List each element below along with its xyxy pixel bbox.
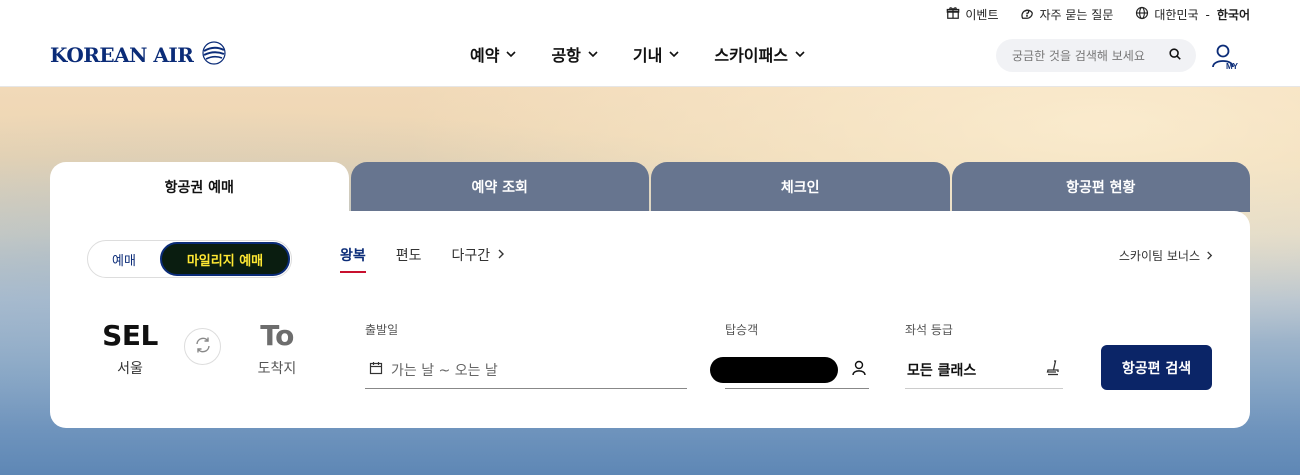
my-label: MY	[1226, 62, 1239, 71]
cabin-class-label: 좌석 등급	[905, 323, 953, 337]
globe-icon	[1135, 6, 1149, 23]
nav-item-airport[interactable]: 공항	[551, 42, 598, 66]
region-label: 대한민국	[1154, 8, 1199, 22]
language-selector[interactable]: 대한민국 - 한국어	[1135, 6, 1250, 23]
origin-name: 서울	[117, 361, 143, 377]
chevron-down-icon	[794, 45, 806, 64]
mileage-booking-option[interactable]: 마일리지 예매	[160, 242, 290, 276]
trip-type-tabs: 왕복 편도 다구간	[340, 245, 506, 273]
seat-icon	[1043, 358, 1063, 382]
skyteam-bonus-link[interactable]: 스카이팀 보너스	[1119, 247, 1214, 264]
site-header: 이벤트 자주 묻는 질문 대한민국 - 한국어 KOREAN AIR 예약 공항…	[0, 0, 1300, 87]
skyteam-logo-icon	[199, 38, 229, 72]
search-flights-button[interactable]: 항공편 검색	[1101, 345, 1212, 390]
main-nav: 예약 공항 기내 스카이패스	[470, 42, 806, 66]
cabin-class-value: 모든 클래스	[907, 362, 977, 379]
cabin-class-selector[interactable]: 모든 클래스	[905, 351, 1063, 389]
site-search	[996, 39, 1196, 72]
trip-type-oneway[interactable]: 편도	[396, 245, 422, 273]
gift-icon	[946, 6, 960, 23]
user-icon: MY	[1210, 44, 1244, 76]
origin-code: SEL	[102, 319, 158, 352]
passengers-label: 탑승객	[725, 323, 759, 337]
route-selector: SEL 서울 To 도착지	[90, 319, 310, 389]
booking-panel: 예매 마일리지 예매 왕복 편도 다구간 스카이팀 보너스 SEL 서울 To …	[50, 211, 1250, 428]
swap-route-button[interactable]	[184, 328, 221, 365]
trip-type-round[interactable]: 왕복	[340, 245, 366, 273]
trip-type-multi[interactable]: 다구간	[452, 245, 507, 273]
utility-nav: 이벤트 자주 묻는 질문 대한민국 - 한국어	[946, 6, 1250, 23]
chevron-down-icon	[505, 45, 517, 64]
tab-check-reservation[interactable]: 예약 조회	[350, 162, 649, 212]
nav-item-inflight[interactable]: 기내	[633, 42, 680, 66]
search-icon[interactable]	[1168, 46, 1182, 65]
booking-type-toggle: 예매 마일리지 예매	[87, 240, 292, 278]
my-account-button[interactable]: MY	[1210, 42, 1244, 72]
nav-item-reservation[interactable]: 예약	[470, 42, 517, 66]
language-label: 한국어	[1216, 8, 1250, 22]
question-icon	[1020, 6, 1034, 23]
logo-text: KOREAN AIR	[50, 43, 194, 67]
date-picker[interactable]: 가는 날 ~ 오는 날	[365, 351, 687, 389]
destination-name: 도착지	[257, 361, 297, 377]
origin-airport[interactable]: SEL 서울	[90, 319, 170, 378]
regular-booking-option[interactable]: 예매	[88, 250, 160, 269]
chevron-right-icon	[496, 247, 506, 263]
event-link[interactable]: 이벤트	[946, 6, 998, 23]
tab-checkin[interactable]: 체크인	[651, 162, 950, 212]
search-input[interactable]	[1012, 48, 1168, 63]
destination-code: To	[260, 319, 294, 352]
chevron-down-icon	[587, 45, 599, 64]
redacted-passenger-value	[710, 356, 838, 383]
faq-link[interactable]: 자주 묻는 질문	[1020, 6, 1113, 23]
passenger-selector[interactable]	[710, 351, 869, 389]
nav-item-skypass[interactable]: 스카이패스	[714, 42, 806, 66]
korean-air-logo[interactable]: KOREAN AIR	[50, 38, 229, 72]
calendar-icon	[369, 361, 383, 379]
chevron-right-icon	[1205, 249, 1214, 263]
departure-date-label: 출발일	[365, 323, 399, 337]
swap-icon	[193, 335, 213, 359]
destination-airport[interactable]: To 도착지	[237, 319, 317, 378]
booking-tabs: 항공권 예매 예약 조회 체크인 항공편 현황	[50, 162, 1250, 212]
chevron-down-icon	[668, 45, 680, 64]
person-icon	[838, 359, 868, 381]
tab-flight-status[interactable]: 항공편 현황	[951, 162, 1250, 212]
date-placeholder: 가는 날 ~ 오는 날	[391, 362, 498, 379]
language-separator: -	[1205, 7, 1210, 22]
tab-book-flight[interactable]: 항공권 예매	[50, 162, 349, 212]
